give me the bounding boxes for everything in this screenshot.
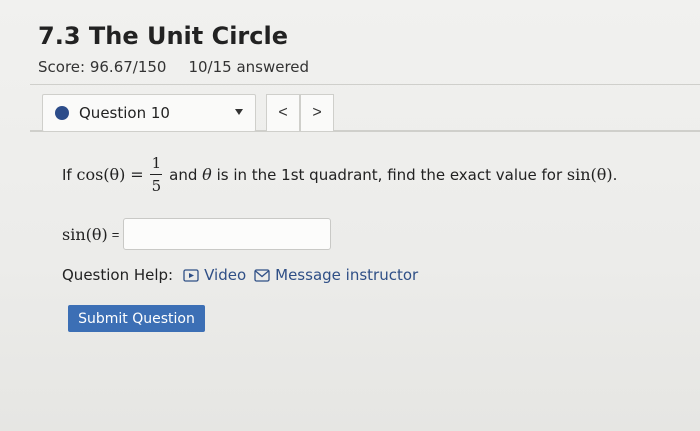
question-lhs: cos(θ) xyxy=(76,165,126,184)
fraction-bar xyxy=(150,174,163,175)
question-and: and xyxy=(169,165,198,184)
question-help-row: Question Help: Video Message instructor xyxy=(62,266,426,284)
next-question-button[interactable]: > xyxy=(300,94,334,132)
answered-count: 10/15 answered xyxy=(188,58,310,76)
question-select-label: Question 10 xyxy=(79,104,170,122)
answer-equals: = xyxy=(111,226,120,242)
question-end: . xyxy=(612,165,618,184)
message-instructor-link[interactable]: Message instructor xyxy=(254,266,418,284)
fraction: 1 5 xyxy=(150,154,164,195)
page-title: 7.3 The Unit Circle xyxy=(38,22,288,50)
score-row: Score: 96.67/150 10/15 answered xyxy=(38,58,309,76)
answer-label: sin(θ) xyxy=(62,224,108,244)
question-mid: is in the 1st quadrant, find the exact v… xyxy=(216,165,563,184)
video-icon xyxy=(183,268,199,282)
fraction-denominator: 5 xyxy=(151,177,162,195)
video-link-label: Video xyxy=(204,266,247,284)
question-help-label: Question Help: xyxy=(62,266,174,284)
chevron-left-icon: < xyxy=(278,104,288,121)
question-text: If cos(θ) = 1 5 and θ is in the 1st quad… xyxy=(62,154,617,195)
question-status-dot xyxy=(55,106,69,120)
previous-question-button[interactable]: < xyxy=(266,94,300,132)
score-text: Score: 96.67/150 xyxy=(38,58,167,76)
message-instructor-label: Message instructor xyxy=(275,266,419,284)
submit-question-button[interactable]: Submit Question xyxy=(68,305,205,332)
question-equals: = xyxy=(130,165,144,184)
video-link[interactable]: Video xyxy=(183,266,246,284)
fraction-numerator: 1 xyxy=(151,154,162,172)
envelope-icon xyxy=(254,268,270,282)
chevron-right-icon: > xyxy=(312,104,322,121)
question-theta: θ xyxy=(202,165,212,184)
question-prefix: If xyxy=(62,165,72,184)
chevron-down-icon xyxy=(235,109,243,115)
answer-input[interactable] xyxy=(123,218,332,250)
question-target: sin(θ) xyxy=(566,165,613,184)
answer-row: sin(θ) = xyxy=(62,218,332,250)
question-select[interactable]: Question 10 xyxy=(42,94,256,132)
